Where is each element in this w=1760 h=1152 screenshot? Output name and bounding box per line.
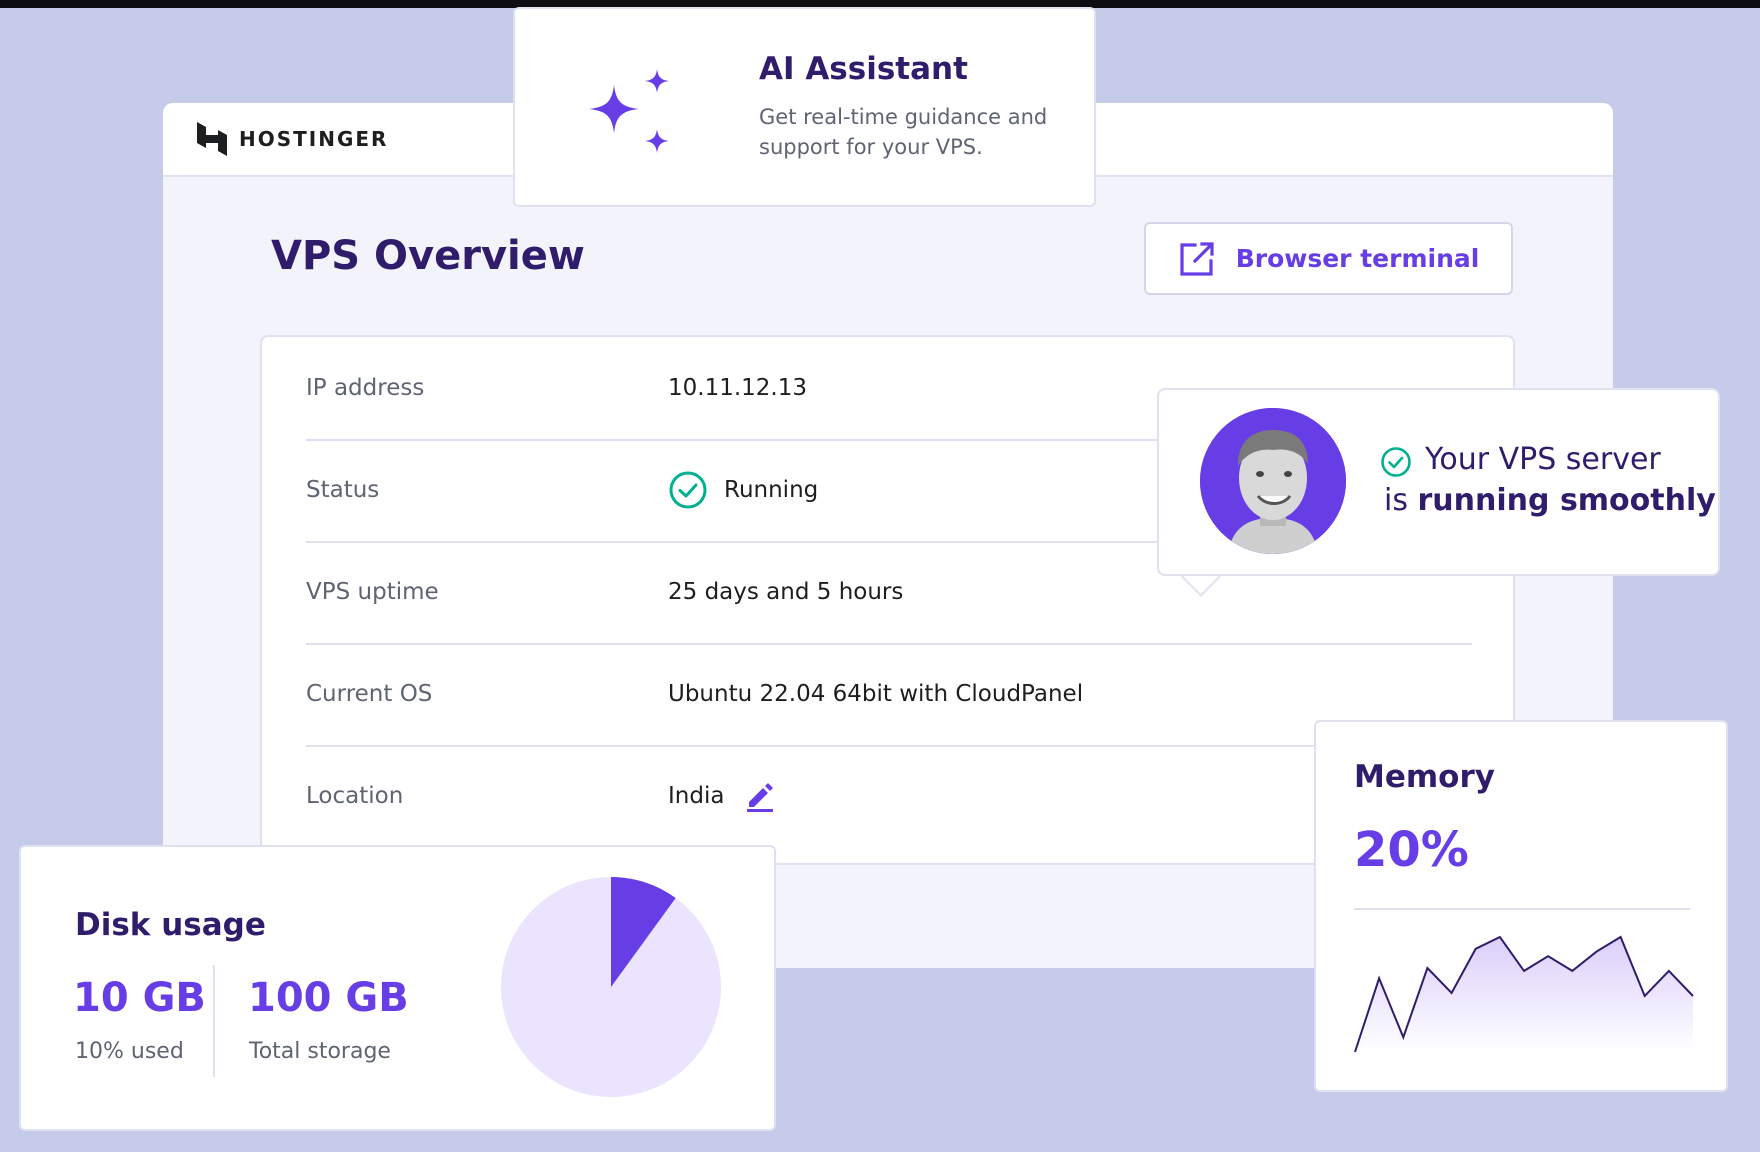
disk-usage-card: Disk usage 10 GB 10% used 100 GB Total s… bbox=[19, 845, 776, 1131]
page-title: VPS Overview bbox=[271, 233, 585, 279]
location-label: Location bbox=[306, 783, 404, 809]
ip-value: 10.11.12.13 bbox=[668, 375, 807, 401]
avatar bbox=[1200, 408, 1346, 554]
disk-used-value: 10 GB bbox=[73, 975, 206, 1021]
memory-title: Memory bbox=[1354, 759, 1495, 795]
disk-total-value: 100 GB bbox=[248, 975, 409, 1021]
os-value: Ubuntu 22.04 64bit with CloudPanel bbox=[668, 681, 1084, 707]
disk-used-label: 10% used bbox=[75, 1039, 184, 1064]
disk-divider bbox=[213, 965, 215, 1077]
location-value-wrap: India bbox=[668, 780, 776, 812]
uptime-label: VPS uptime bbox=[306, 579, 439, 605]
hostinger-logo-icon bbox=[197, 122, 227, 156]
ai-assistant-title: AI Assistant bbox=[759, 51, 968, 87]
uptime-value-wrap: 25 days and 5 hours bbox=[668, 579, 903, 605]
location-value: India bbox=[668, 783, 725, 809]
status-label: Status bbox=[306, 477, 380, 503]
info-row-os: Current OS Ubuntu 22.04 64bit with Cloud… bbox=[306, 643, 1472, 747]
sparkles-icon bbox=[589, 69, 669, 153]
disk-usage-pie bbox=[501, 877, 721, 1097]
status-message-prefix: is bbox=[1384, 483, 1418, 518]
edit-pencil-icon[interactable] bbox=[744, 780, 776, 812]
browser-terminal-button[interactable]: Browser terminal bbox=[1144, 222, 1513, 295]
status-bubble: Your VPS server is running smoothly bbox=[1157, 388, 1720, 576]
check-circle-icon bbox=[669, 471, 707, 509]
memory-value: 20% bbox=[1354, 822, 1469, 878]
memory-divider bbox=[1354, 908, 1690, 910]
external-link-icon bbox=[1180, 241, 1214, 276]
os-label: Current OS bbox=[306, 681, 433, 707]
ai-assistant-description: Get real-time guidance and support for y… bbox=[759, 105, 1048, 159]
brand-name: HOSTINGER bbox=[239, 127, 389, 151]
status-value-wrap: Running bbox=[668, 470, 818, 510]
ai-assistant-card[interactable]: AI Assistant Get real-time guidance and … bbox=[513, 7, 1096, 207]
ip-value-wrap: 10.11.12.13 bbox=[668, 375, 807, 401]
status-message-line1: Your VPS server bbox=[1425, 442, 1661, 477]
browser-terminal-label: Browser terminal bbox=[1235, 244, 1480, 273]
disk-usage-title: Disk usage bbox=[75, 907, 266, 943]
info-row-location: Location India bbox=[306, 745, 1472, 847]
disk-total-label: Total storage bbox=[249, 1039, 391, 1064]
uptime-value: 25 days and 5 hours bbox=[668, 579, 904, 605]
status-message-emphasis: running smoothly bbox=[1417, 483, 1716, 518]
os-value-wrap: Ubuntu 22.04 64bit with CloudPanel bbox=[668, 681, 1083, 707]
status-value: Running bbox=[724, 477, 819, 503]
memory-area bbox=[1355, 937, 1693, 1052]
memory-card: Memory 20% bbox=[1314, 720, 1728, 1092]
user-portrait-icon bbox=[1200, 408, 1346, 554]
ip-label: IP address bbox=[306, 375, 425, 401]
check-circle-icon bbox=[1381, 447, 1411, 477]
memory-sparkline bbox=[1354, 935, 1694, 1053]
status-message-line2: is running smoothly bbox=[1384, 483, 1716, 518]
